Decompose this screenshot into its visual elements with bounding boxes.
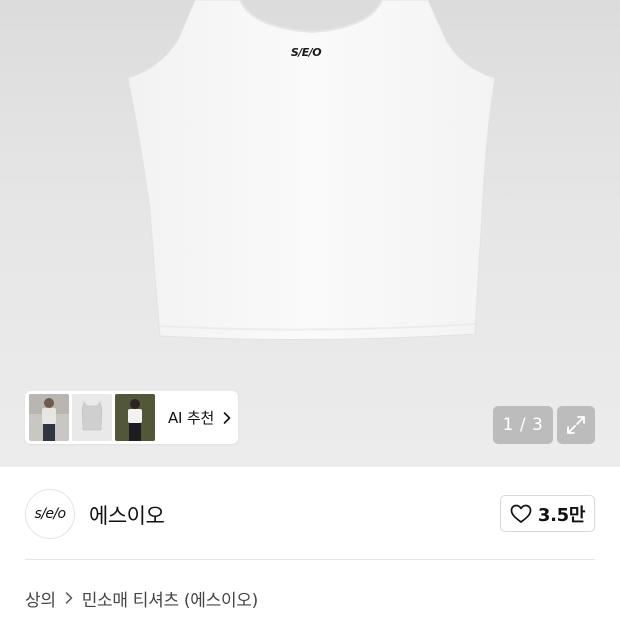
expand-image-button[interactable]	[557, 406, 595, 444]
like-button[interactable]: 3.5만	[500, 495, 595, 532]
ai-recommend-label: AI 추천	[168, 409, 215, 427]
like-count: 3.5만	[537, 504, 586, 526]
breadcrumb: 상의 민소매 티셔츠 (에스이오)	[25, 586, 259, 611]
chevron-right-icon	[65, 592, 72, 604]
ai-thumb-3[interactable]	[115, 394, 155, 441]
brand-row: s/e/o 에스이오 3.5만	[25, 488, 595, 540]
heart-icon	[510, 504, 532, 523]
expand-icon	[567, 416, 585, 434]
chevron-right-icon	[223, 411, 231, 424]
ai-thumb-2[interactable]	[72, 394, 112, 441]
brand-logo[interactable]: s/e/o	[25, 489, 75, 539]
product-image-carousel[interactable]: S/E/O AI 추천 1 / 3	[0, 0, 620, 467]
garment-logo: S/E/O	[291, 46, 321, 59]
brand-name[interactable]: 에스이오	[89, 500, 165, 530]
ai-recommend-chip[interactable]: AI 추천	[25, 391, 238, 444]
breadcrumb-item-subcategory[interactable]: 민소매 티셔츠 (에스이오)	[82, 586, 259, 611]
ai-thumb-1[interactable]	[29, 394, 69, 441]
image-page-counter: 1 / 3	[493, 406, 553, 444]
divider	[25, 559, 595, 560]
breadcrumb-item-category[interactable]: 상의	[25, 586, 56, 611]
